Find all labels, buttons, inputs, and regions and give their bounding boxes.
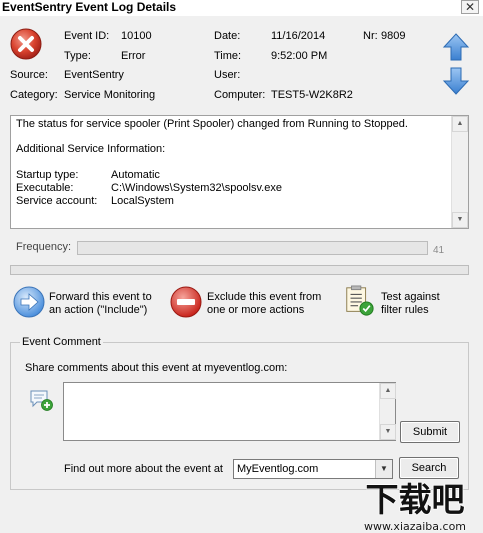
detail-label: Startup type: — [16, 169, 79, 181]
detail-value: C:\Windows\System32\spoolsv.exe — [111, 182, 282, 194]
scroll-down-button[interactable]: ▼ — [380, 424, 396, 440]
event-message-box[interactable]: The status for service spooler (Print Sp… — [10, 115, 469, 229]
watermark-logo: 下载吧 www.xiazaiba.com — [347, 475, 483, 533]
arrow-down-icon[interactable] — [442, 66, 470, 96]
exclude-icon[interactable] — [170, 286, 202, 318]
message-scrollbar[interactable]: ▲ ▼ — [451, 116, 468, 228]
type-value: Error — [121, 50, 146, 62]
exclude-action-line1[interactable]: Exclude this event from — [207, 291, 321, 303]
computer-label: Computer: — [214, 89, 266, 101]
user-label: User: — [214, 69, 241, 81]
frequency-label: Frequency: — [16, 241, 72, 253]
close-button[interactable]: ✕ — [461, 0, 479, 14]
watermark-big-text: 下载吧 — [366, 480, 465, 519]
time-value: 9:52:00 PM — [271, 50, 328, 62]
event-comment-legend: Event Comment — [20, 336, 103, 348]
scroll-up-button[interactable]: ▲ — [452, 116, 468, 132]
time-label: Time: — [214, 50, 242, 62]
comment-prompt: Share comments about this event at myeve… — [25, 362, 288, 374]
nr-label: Nr: — [363, 30, 378, 42]
scroll-up-button[interactable]: ▲ — [380, 383, 396, 399]
submit-button[interactable]: Submit — [400, 421, 460, 443]
source-value: EventSentry — [64, 69, 124, 81]
category-value: Service Monitoring — [64, 89, 156, 101]
date-value: 11/16/2014 — [271, 30, 326, 42]
test-action-line2[interactable]: filter rules — [381, 304, 429, 316]
type-label: Type: — [64, 50, 91, 62]
detail-value: LocalSystem — [111, 195, 174, 207]
find-out-more-label: Find out more about the event at — [64, 463, 223, 475]
nr-value: 9809 — [381, 30, 406, 42]
source-label: Source: — [10, 69, 48, 81]
message-line: The status for service spooler (Print Sp… — [16, 118, 408, 130]
date-label: Date: — [214, 30, 241, 42]
forward-action-line1[interactable]: Forward this event to — [49, 291, 152, 303]
detail-label: Service account: — [16, 195, 98, 207]
event-id-value: 10100 — [121, 30, 152, 42]
forward-action-line2[interactable]: an action ("Include") — [49, 304, 147, 316]
message-line: Additional Service Information: — [16, 143, 166, 155]
title-bar: EventSentry Event Log Details ✕ — [0, 0, 483, 16]
computer-value: TEST5-W2K8R2 — [271, 89, 353, 101]
watermark-url-text: www.xiazaiba.com — [364, 520, 466, 533]
error-icon — [10, 28, 42, 60]
arrow-up-icon[interactable] — [442, 32, 470, 62]
site-select-value: MyEventlog.com — [237, 463, 319, 475]
watermark-graphic: 下载吧 www.xiazaiba.com — [364, 479, 467, 533]
forward-arrow-icon[interactable] — [13, 286, 45, 318]
scroll-down-button[interactable]: ▼ — [452, 212, 468, 228]
detail-value: Automatic — [111, 169, 160, 181]
comment-scrollbar[interactable]: ▲ ▼ — [379, 383, 396, 440]
exclude-action-line2[interactable]: one or more actions — [207, 304, 304, 316]
separator-bar — [10, 265, 469, 275]
checklist-icon[interactable] — [343, 285, 375, 317]
frequency-bar — [77, 241, 428, 255]
window-title: EventSentry Event Log Details — [2, 0, 177, 14]
event-id-label: Event ID: — [64, 30, 110, 42]
test-action-line1[interactable]: Test against — [381, 291, 440, 303]
frequency-value: 41 — [433, 245, 445, 256]
detail-label: Executable: — [16, 182, 74, 194]
category-label: Category: — [10, 89, 58, 101]
comment-add-icon — [30, 390, 53, 411]
comment-textarea[interactable]: ▲ ▼ — [63, 382, 396, 441]
